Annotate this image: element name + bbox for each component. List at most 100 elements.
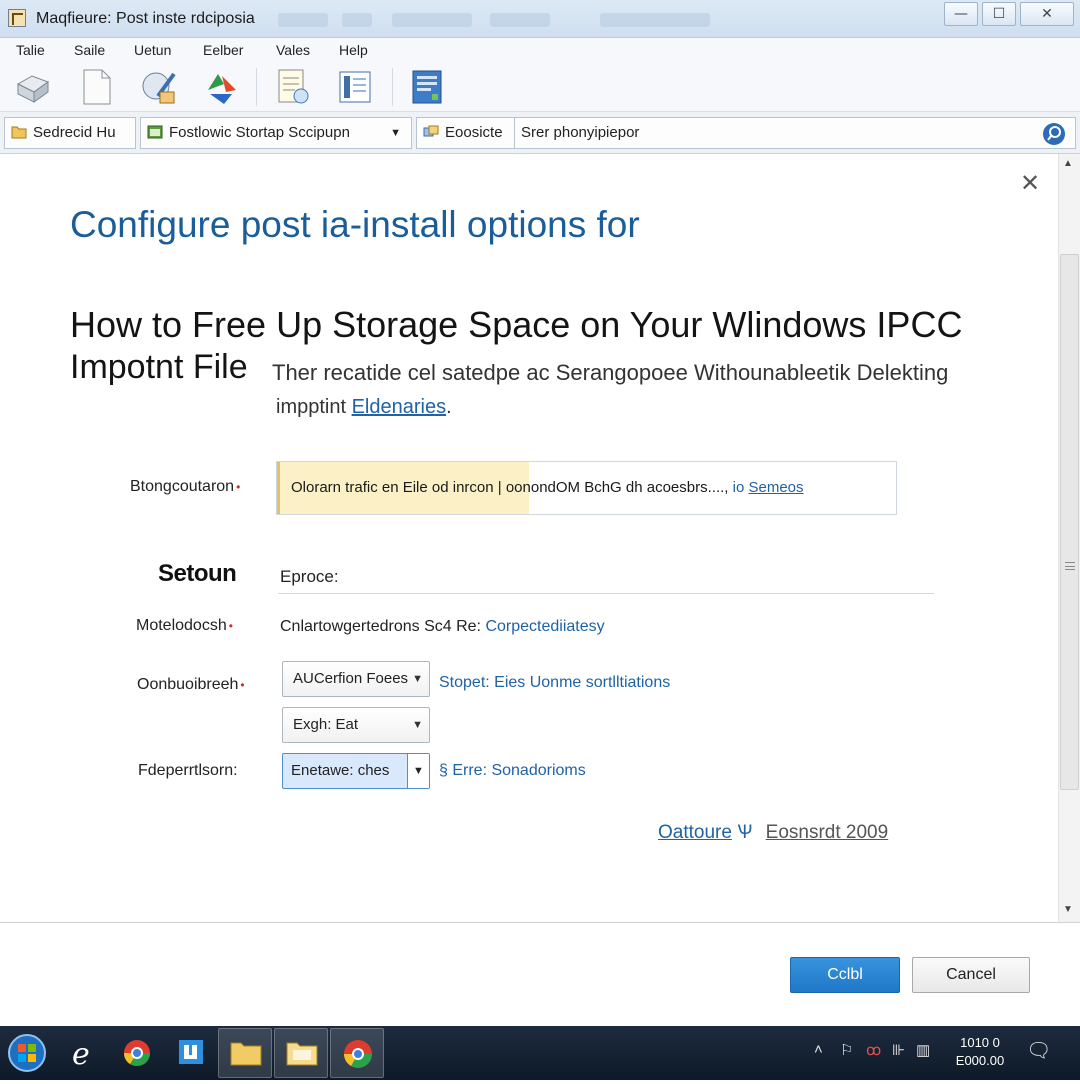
toolbar: [0, 62, 1080, 112]
flag-icon[interactable]: ⚐: [840, 1041, 853, 1059]
description-prefix: impptint: [276, 396, 347, 418]
svg-text:e: e: [72, 1037, 90, 1072]
show-hidden-icons-icon[interactable]: ˄: [814, 1041, 823, 1058]
row2-label-text: Oonbuoibreeh: [137, 676, 239, 693]
row2-secondary-dropdown[interactable]: Exgh: Eat ▼: [282, 707, 430, 743]
search-icon[interactable]: [1043, 123, 1065, 145]
chevron-down-icon: ▼: [412, 719, 423, 731]
info-message: Olorarn trafic en Eile od inrcon | oonon…: [291, 479, 729, 496]
window-title: Maqfieure: Post inste rdciposia: [36, 10, 255, 27]
row2-label: Oonbuoibreeh •: [137, 676, 245, 694]
taskbar: e ˄ ⚐ ꝏ ⊪ ▥ 🗨: [0, 1026, 1080, 1080]
row2-link[interactable]: Stopet: Eies Uonme sortlltiations: [439, 674, 670, 692]
box-icon[interactable]: [14, 66, 52, 106]
search-input[interactable]: Srer phonyipiepor: [514, 117, 1076, 149]
notification-icon[interactable]: 🗨: [1026, 1038, 1051, 1063]
info-box: Olorarn trafic en Eile od inrcon | oonon…: [276, 461, 897, 515]
section-subtitle: Eproce:: [280, 567, 339, 586]
faded-title-blob: [600, 13, 710, 27]
dialog-close-icon[interactable]: ✕: [1020, 172, 1040, 196]
primary-button[interactable]: Cclbl: [790, 957, 900, 993]
title-bar: Maqfieure: Post inste rdciposia — ☐ ✕: [0, 0, 1080, 38]
info-link-prefix: io: [732, 479, 745, 496]
required-marker: •: [240, 678, 245, 692]
chrome-icon[interactable]: [330, 1028, 384, 1078]
description-link[interactable]: Eldenaries: [352, 396, 447, 418]
info-text: Olorarn trafic en Eile od inrcon | oonon…: [291, 479, 804, 496]
address-bar: Sedrecid Hu Fostlowic Stortap Sccipupn ▼…: [0, 112, 1080, 154]
required-marker: •: [236, 480, 241, 494]
description-text-line2: impptint Eldenaries.: [276, 396, 452, 419]
faded-title-blob: [342, 13, 372, 27]
info-link[interactable]: Semeos: [748, 479, 803, 496]
scrollbar-thumb[interactable]: [1060, 254, 1079, 790]
menu-item[interactable]: Vales: [276, 42, 310, 58]
document-icon[interactable]: [78, 66, 116, 106]
notepad-icon[interactable]: [274, 66, 312, 106]
chrome-icon[interactable]: [110, 1028, 164, 1078]
close-window-button[interactable]: ✕: [1020, 2, 1074, 26]
paint-icon[interactable]: [140, 66, 178, 106]
description-text: Ther recatide cel satedpe ac Serangopoee…: [272, 360, 949, 385]
antivirus-icon[interactable]: ꝏ: [866, 1041, 881, 1059]
row2-secondary-value: Exgh: Eat: [293, 716, 359, 733]
menu-item[interactable]: Uetun: [134, 42, 171, 58]
cancel-button[interactable]: Cancel: [912, 957, 1030, 993]
row1-value: Cnlartowgertedrons Sc4 Re: Corpectediiat…: [280, 618, 605, 636]
vertical-scrollbar[interactable]: ▲ ▼: [1058, 154, 1080, 922]
menu-bar: Talie Saile Uetun Eelber Vales Help: [0, 38, 1080, 62]
faded-title-blob: [490, 13, 550, 27]
store-icon[interactable]: [164, 1028, 218, 1078]
breadcrumb-root-label: Sedrecid Hu: [33, 124, 116, 141]
menu-item[interactable]: Help: [339, 42, 368, 58]
footer-glyph-icon: Ѱ: [737, 822, 753, 843]
network-icon[interactable]: ⊪: [892, 1041, 905, 1059]
app-icon: [8, 9, 26, 27]
menu-item[interactable]: Talie: [16, 42, 45, 58]
row3-dropdown-value: Enetawe: ches: [291, 762, 390, 779]
faded-title-blob: [278, 13, 328, 27]
dialog-heading: Configure post ia-install options for: [70, 204, 640, 245]
row3-dropdown[interactable]: Enetawe: ches ▼: [282, 753, 430, 789]
report-icon[interactable]: [408, 66, 446, 106]
row3-link[interactable]: § Erre: Sonadorioms: [439, 762, 586, 780]
folder-icon[interactable]: [274, 1028, 328, 1078]
row1-label-text: Motelodocsh: [136, 617, 227, 634]
clock-time: 1010 0: [960, 1035, 1000, 1050]
menu-item[interactable]: Saile: [74, 42, 105, 58]
section-divider: [278, 593, 934, 594]
start-orb[interactable]: [2, 1028, 56, 1078]
article-title-line2: Impotnt File: [70, 348, 248, 386]
location-label: Eoosicte: [445, 124, 503, 141]
row3-label: Fdeperrtlsorn:: [138, 762, 238, 779]
location-segment[interactable]: Eoosicte: [416, 117, 514, 149]
info-row-label: Btongcoutaron •: [130, 478, 240, 496]
taskbar-clock[interactable]: 1010 0 E000.00: [948, 1034, 1012, 1070]
dialog-content: [0, 154, 1058, 922]
breadcrumb-root[interactable]: Sedrecid Hu: [4, 117, 136, 149]
breadcrumb-path-dropdown[interactable]: Fostlowic Stortap Sccipupn ▼: [140, 117, 412, 149]
toolbar-separator: [256, 68, 257, 106]
toolbar-separator: [392, 68, 393, 106]
chevron-down-icon: ▼: [390, 127, 401, 139]
footer-link-primary[interactable]: Oattoure: [658, 822, 732, 843]
recycle-icon[interactable]: [202, 66, 240, 106]
chevron-down-icon: ▼: [412, 673, 423, 685]
faded-title-blob: [392, 13, 472, 27]
row1-link[interactable]: Corpectediiatesy: [485, 618, 604, 635]
info-label-text: Btongcoutaron: [130, 478, 235, 495]
row1-label: Motelodocsh •: [136, 617, 233, 635]
minimize-button[interactable]: —: [944, 2, 978, 26]
menu-item[interactable]: Eelber: [203, 42, 243, 58]
list-document-icon[interactable]: [336, 66, 374, 106]
scroll-up-icon[interactable]: ▲: [1063, 158, 1073, 169]
article-title: How to Free Up Storage Space on Your Wli…: [70, 304, 963, 345]
footer-link-secondary[interactable]: Eosnsrdt 2009: [766, 822, 889, 843]
scroll-down-icon[interactable]: ▼: [1063, 904, 1073, 915]
search-text: Srer phonyipiepor: [521, 124, 640, 141]
folder-icon[interactable]: [218, 1028, 272, 1078]
row2-dropdown[interactable]: AUCerfion Foees ▼: [282, 661, 430, 697]
internet-explorer-icon[interactable]: e: [56, 1028, 110, 1078]
battery-icon[interactable]: ▥: [916, 1041, 930, 1059]
maximize-button[interactable]: ☐: [982, 2, 1016, 26]
